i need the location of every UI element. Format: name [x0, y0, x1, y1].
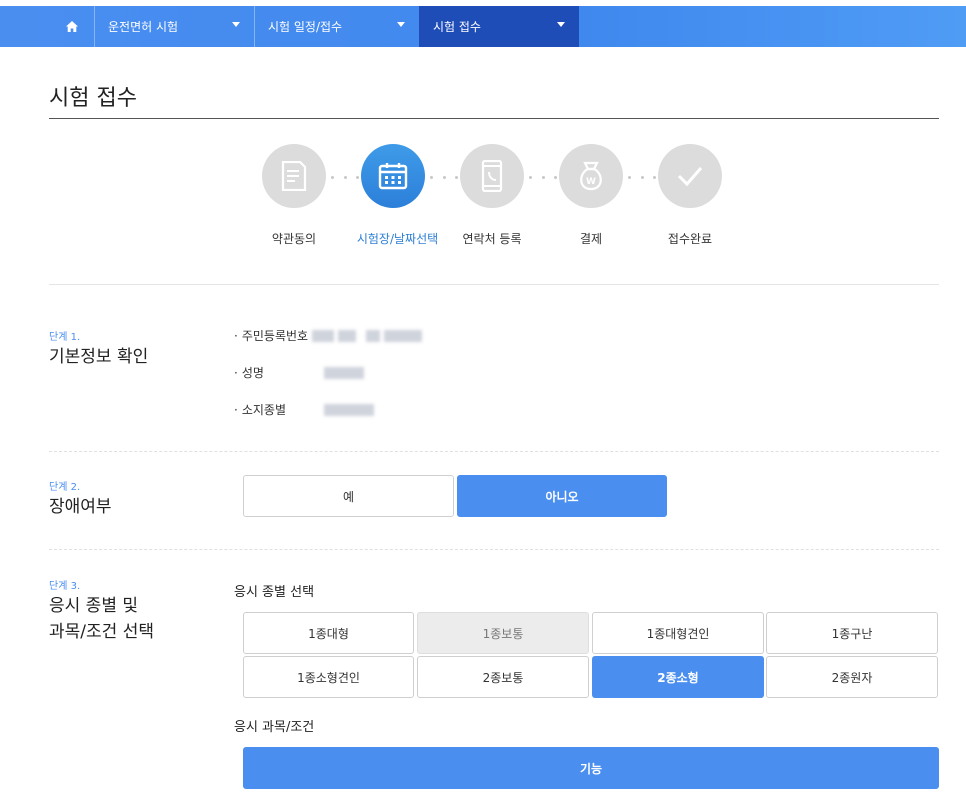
exam-subject-heading: 응시 과목/조건: [234, 720, 315, 735]
step-label: 약관동의: [271, 232, 317, 246]
section-divider: [49, 284, 939, 285]
step-label: 결제: [579, 232, 603, 246]
step-complete: [658, 144, 722, 208]
info-label: 소지종별: [241, 403, 286, 417]
nav-item-exam-schedule[interactable]: 시험 일정/접수: [254, 6, 419, 47]
step-connector: [331, 175, 359, 179]
exam-type-option-selected[interactable]: 2종소형: [592, 656, 764, 698]
stage-number: 단계 1.: [49, 332, 81, 343]
chevron-down-icon: [232, 22, 240, 27]
document-icon: [281, 161, 307, 191]
chevron-down-icon: [557, 22, 565, 27]
home-button[interactable]: [49, 6, 94, 47]
nav-item-label: 시험 일정/접수: [268, 20, 343, 34]
disability-yes-button[interactable]: 예: [243, 475, 454, 517]
info-label: 성명: [241, 366, 264, 380]
info-label: 주민등록번호: [241, 329, 309, 343]
stage-title: 응시 종별 및: [49, 596, 139, 616]
redacted-value: [338, 329, 357, 342]
step-connector: [430, 175, 458, 179]
stage-number: 단계 3.: [49, 581, 81, 592]
exam-type-option[interactable]: 1종소형견인: [243, 656, 414, 698]
subject-skill-button[interactable]: 기능: [243, 747, 939, 789]
exam-type-heading: 응시 종별 선택: [234, 585, 315, 600]
stage-title: 과목/조건 선택: [49, 622, 154, 642]
info-license-type: · 소지종별: [234, 401, 374, 418]
exam-type-option[interactable]: 2종원자: [766, 656, 938, 698]
exam-type-option[interactable]: 1종대형견인: [592, 612, 764, 654]
redacted-value: [323, 366, 364, 379]
step-contact: [460, 144, 524, 208]
section-divider: [49, 549, 939, 550]
step-exam-date: [361, 144, 425, 208]
won-bag-icon: W: [580, 161, 602, 191]
home-icon: [65, 21, 78, 32]
redacted-value: [366, 329, 381, 342]
title-divider: [49, 118, 939, 119]
stage-title: 장애여부: [49, 497, 112, 517]
redacted-value: [312, 329, 335, 342]
svg-text:W: W: [586, 177, 596, 187]
step-connector: [529, 175, 557, 179]
nav-item-label: 운전면허 시험: [108, 20, 179, 34]
section-divider: [49, 451, 939, 452]
calendar-icon: [378, 163, 408, 190]
exam-type-option[interactable]: 1종대형: [243, 612, 414, 654]
chevron-down-icon: [397, 22, 405, 27]
page-title: 시험 접수: [49, 86, 137, 111]
nav-item-label: 시험 접수: [433, 20, 481, 34]
stage-title: 기본정보 확인: [49, 347, 149, 367]
exam-type-option[interactable]: 1종구난: [766, 612, 938, 654]
check-icon: [677, 167, 703, 187]
exam-type-option[interactable]: 2종보통: [417, 656, 589, 698]
redacted-value: [323, 403, 374, 416]
info-name: · 성명: [234, 364, 364, 381]
step-label: 시험장/날짜선택: [356, 232, 439, 246]
nav-item-exam-registration[interactable]: 시험 접수: [419, 6, 579, 47]
step-connector: [628, 175, 656, 179]
step-payment: W: [559, 144, 623, 208]
redacted-value: [384, 329, 423, 342]
exam-type-option: 1종보통: [417, 612, 589, 654]
top-navigation: 운전면허 시험 시험 일정/접수 시험 접수: [0, 6, 966, 47]
stage-number: 단계 2.: [49, 482, 81, 493]
phone-icon: [481, 160, 503, 192]
step-label: 연락처 등록: [462, 232, 522, 246]
step-label: 접수완료: [667, 232, 713, 246]
nav-item-license-exam[interactable]: 운전면허 시험: [94, 6, 254, 47]
info-resident-number: · 주민등록번호: [234, 327, 423, 344]
disability-no-button[interactable]: 아니오: [457, 475, 667, 517]
step-terms: [262, 144, 326, 208]
